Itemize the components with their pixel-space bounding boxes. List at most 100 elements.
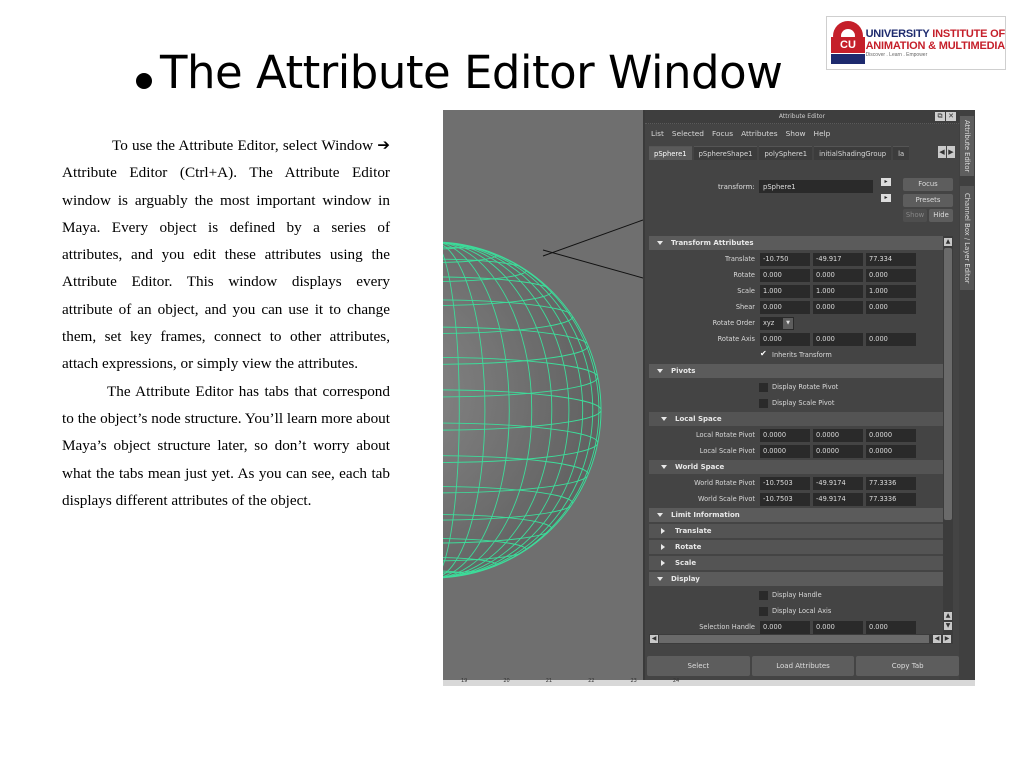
rotate-z-field[interactable]: 0.000 xyxy=(866,269,916,282)
scale-z-field[interactable]: 1.000 xyxy=(866,285,916,298)
section-local-space[interactable]: Local Space xyxy=(649,412,943,426)
translate-z-field[interactable]: 77.334 xyxy=(866,253,916,266)
section-limit-scale[interactable]: Scale xyxy=(649,556,943,570)
world-rotate-pivot-x-field[interactable]: -10.7503 xyxy=(760,477,810,490)
timeline[interactable]: 19 20 21 22 23 24 xyxy=(443,678,975,686)
timeline-tick: 19 xyxy=(461,678,468,684)
focus-button[interactable]: Focus xyxy=(903,178,953,191)
rotate-order-row: Rotate Order xyz xyxy=(649,316,943,332)
slide-body: To use the Attribute Editor, select Wind… xyxy=(62,132,390,514)
translate-x-field[interactable]: -10.750 xyxy=(760,253,810,266)
translate-y-field[interactable]: -49.917 xyxy=(813,253,863,266)
transform-label: transform: xyxy=(718,183,755,191)
world-scale-pivot-y-field[interactable]: -49.9174 xyxy=(813,493,863,506)
shear-z-field[interactable]: 0.000 xyxy=(866,301,916,314)
menu-show[interactable]: Show xyxy=(786,129,806,138)
section-limit-translate[interactable]: Translate xyxy=(649,524,943,538)
vertical-scrollbar[interactable]: ▲ ▲ ▼ xyxy=(943,236,953,634)
section-display[interactable]: Display xyxy=(649,572,943,586)
logo-line2: ANIMATION & MULTIMEDIA xyxy=(865,40,1006,52)
menu-help[interactable]: Help xyxy=(814,129,831,138)
transform-header: transform: pSphere1 ▸ ▸ Focus Presets xyxy=(645,160,959,214)
menu-focus[interactable]: Focus xyxy=(712,129,733,138)
scale-x-field[interactable]: 1.000 xyxy=(760,285,810,298)
select-output-icon[interactable]: ▸ xyxy=(881,194,891,202)
tab-scroll-left-icon[interactable]: ◀ xyxy=(938,146,946,158)
scroll-left-icon[interactable]: ◀ xyxy=(650,635,658,643)
scroll-down-icon[interactable]: ▼ xyxy=(944,622,952,630)
presets-button[interactable]: Presets xyxy=(903,194,953,207)
side-tab-attribute-editor[interactable]: Attribute Editor xyxy=(960,116,974,176)
local-scale-pivot-x-field[interactable]: 0.0000 xyxy=(760,445,810,458)
scroll-up-icon-lower[interactable]: ▲ xyxy=(944,612,952,620)
tab-initialshadinggroup[interactable]: initialShadingGroup xyxy=(814,146,892,160)
hscrollbar-thumb[interactable] xyxy=(659,635,929,643)
rotate-axis-x[interactable]: 0.000 xyxy=(760,333,810,346)
translate-row: Translate -10.750 -49.917 77.334 xyxy=(649,252,943,268)
world-scale-pivot-z-field[interactable]: 77.3336 xyxy=(866,493,916,506)
menu-selected[interactable]: Selected xyxy=(672,129,704,138)
float-window-icon[interactable]: ⧉ xyxy=(935,112,945,121)
world-scale-pivot-x-field[interactable]: -10.7503 xyxy=(760,493,810,506)
scale-y-field[interactable]: 1.000 xyxy=(813,285,863,298)
inherits-transform-checkbox[interactable] xyxy=(759,349,768,360)
shear-x-field[interactable]: 0.000 xyxy=(760,301,810,314)
selection-handle-x[interactable]: 0.000 xyxy=(760,621,810,634)
side-tab-strip: Attribute Editor Channel Box / Layer Edi… xyxy=(959,110,975,680)
shear-y-field[interactable]: 0.000 xyxy=(813,301,863,314)
tab-polysphere1[interactable]: polySphere1 xyxy=(759,146,813,160)
section-limit-information[interactable]: Limit Information xyxy=(649,508,943,522)
local-rotate-pivot-z-field[interactable]: 0.0000 xyxy=(866,429,916,442)
world-rotate-pivot-z-field[interactable]: 77.3336 xyxy=(866,477,916,490)
arrow-right-icon: ➔ xyxy=(377,136,390,154)
menu-list[interactable]: List xyxy=(651,129,664,138)
rotate-axis-z[interactable]: 0.000 xyxy=(866,333,916,346)
menu-attributes[interactable]: Attributes xyxy=(741,129,777,138)
selection-handle-y[interactable]: 0.000 xyxy=(813,621,863,634)
tab-scroll-right-icon[interactable]: ▶ xyxy=(947,146,955,158)
bottom-button-bar: Select Load Attributes Copy Tab xyxy=(647,656,960,676)
display-rotate-pivot-checkbox[interactable] xyxy=(759,383,768,392)
scroll-up-icon[interactable]: ▲ xyxy=(944,238,952,246)
section-world-space[interactable]: World Space xyxy=(649,460,943,474)
tab-la[interactable]: la xyxy=(893,146,910,160)
logo-mark-text: CU xyxy=(831,37,865,53)
rotate-x-field[interactable]: 0.000 xyxy=(760,269,810,282)
paragraph-2: The Attribute Editor has tabs that corre… xyxy=(62,382,390,509)
attributes-scroll-area[interactable]: Transform Attributes Translate -10.750 -49… xyxy=(649,236,943,634)
select-button[interactable]: Select xyxy=(647,656,750,676)
transform-name-field[interactable]: pSphere1 xyxy=(759,180,873,193)
selection-handle-z[interactable]: 0.000 xyxy=(866,621,916,634)
viewport[interactable] xyxy=(443,110,643,680)
section-transform-attributes[interactable]: Transform Attributes xyxy=(649,236,943,250)
rotate-axis-y[interactable]: 0.000 xyxy=(813,333,863,346)
world-rotate-pivot-row: World Rotate Pivot -10.7503 -49.9174 77.333… xyxy=(649,476,943,492)
hide-button[interactable]: Hide xyxy=(929,209,953,222)
attribute-editor-titlebar[interactable]: Attribute Editor ⧉ ✕ xyxy=(645,110,959,124)
horizontal-scrollbar[interactable]: ◀ ◀ ▶ xyxy=(649,634,953,644)
scrollbar-thumb[interactable] xyxy=(944,248,952,520)
display-scale-pivot-row: Display Scale Pivot xyxy=(649,396,943,412)
scroll-left-icon-right[interactable]: ◀ xyxy=(933,635,941,643)
side-tab-channel-box[interactable]: Channel Box / Layer Editor xyxy=(960,186,974,290)
world-rotate-pivot-y-field[interactable]: -49.9174 xyxy=(813,477,863,490)
load-attributes-button[interactable]: Load Attributes xyxy=(751,656,855,676)
select-input-icon[interactable]: ▸ xyxy=(881,178,891,186)
section-limit-rotate[interactable]: Rotate xyxy=(649,540,943,554)
scroll-right-icon[interactable]: ▶ xyxy=(943,635,951,643)
tab-psphereshape1[interactable]: pSphereShape1 xyxy=(693,146,758,160)
close-icon[interactable]: ✕ xyxy=(946,112,956,121)
copy-tab-button[interactable]: Copy Tab xyxy=(856,656,960,676)
display-local-axis-checkbox[interactable] xyxy=(759,607,768,616)
local-rotate-pivot-y-field[interactable]: 0.0000 xyxy=(813,429,863,442)
tab-psphere1[interactable]: pSphere1 xyxy=(649,146,692,160)
display-handle-checkbox[interactable] xyxy=(759,591,768,600)
display-scale-pivot-checkbox[interactable] xyxy=(759,399,768,408)
show-button[interactable]: Show xyxy=(903,209,927,222)
local-scale-pivot-z-field[interactable]: 0.0000 xyxy=(866,445,916,458)
local-scale-pivot-y-field[interactable]: 0.0000 xyxy=(813,445,863,458)
rotate-order-select[interactable]: xyz xyxy=(760,317,794,330)
local-rotate-pivot-x-field[interactable]: 0.0000 xyxy=(760,429,810,442)
rotate-y-field[interactable]: 0.000 xyxy=(813,269,863,282)
section-pivots[interactable]: Pivots xyxy=(649,364,943,378)
